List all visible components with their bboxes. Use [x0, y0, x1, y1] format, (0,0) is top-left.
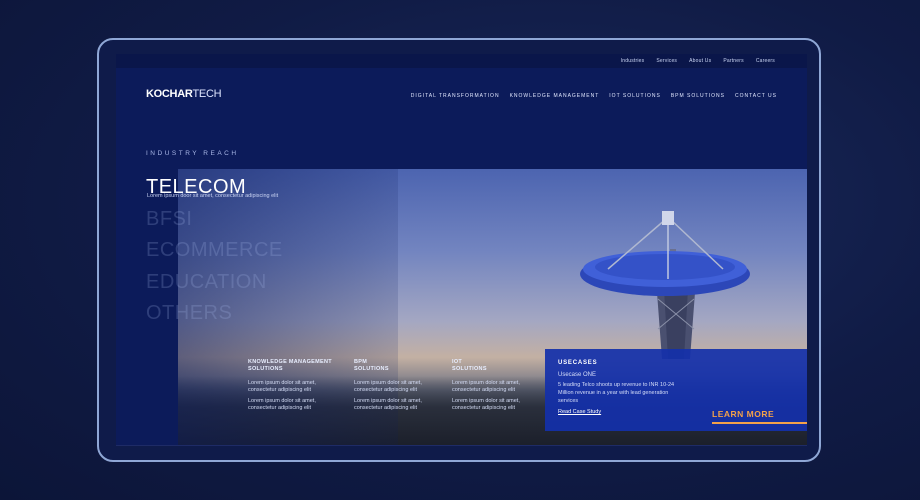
usecase-panel: USECASES Usecase ONE 5 leading Telco sho… [545, 349, 807, 431]
website-screen: Industries Services About Us Partners Ca… [116, 54, 807, 446]
solution-text: Lorem ipsum dolor sit amet, consectetur … [248, 398, 316, 411]
main-nav: DIGITAL TRANSFORMATION KNOWLEDGE MANAGEM… [411, 93, 777, 99]
industry-others[interactable]: OTHERS [146, 298, 283, 330]
solution-title[interactable]: KNOWLEDGE MANAGEMENT SOLUTIONS [248, 359, 338, 373]
industry-bfsi[interactable]: BFSI [146, 204, 283, 236]
topbar-link-services[interactable]: Services [656, 58, 677, 64]
section-label: INDUSTRY REACH [146, 150, 239, 157]
topbar-link-partners[interactable]: Partners [723, 58, 744, 64]
topbar-link-about[interactable]: About Us [689, 58, 711, 64]
solution-title[interactable]: BPM SOLUTIONS [354, 359, 394, 373]
solution-column-iot: IOT SOLUTIONS Lorem ipsum dolor sit amet… [452, 359, 532, 412]
nav-iot-solutions[interactable]: IOT SOLUTIONS [609, 93, 661, 99]
logo-bold: KOCHAR [146, 88, 193, 100]
usecase-subtitle: Usecase ONE [558, 372, 597, 378]
nav-digital-transformation[interactable]: DIGITAL TRANSFORMATION [411, 93, 500, 99]
utility-bar: Industries Services About Us Partners Ca… [116, 54, 807, 68]
solution-column-km: KNOWLEDGE MANAGEMENT SOLUTIONS Lorem ips… [248, 359, 338, 412]
topbar-link-careers[interactable]: Careers [756, 58, 775, 64]
solution-text: Lorem ipsum dolor sit amet, consectetur … [452, 398, 520, 411]
usecase-text: 5 leading Telco shoots up revenue to INR… [558, 382, 675, 404]
logo-light: TECH [192, 88, 222, 100]
read-case-study-link[interactable]: Read Case Study [558, 409, 601, 415]
solution-text: Lorem ipsum dolor sit amet, consectetur … [248, 380, 316, 393]
nav-bpm-solutions[interactable]: BPM SOLUTIONS [671, 93, 725, 99]
solution-text: Lorem ipsum dolor sit amet, consectetur … [354, 398, 422, 411]
topbar-link-industries[interactable]: Industries [621, 58, 645, 64]
bottom-divider [116, 445, 807, 446]
solution-title[interactable]: IOT SOLUTIONS [452, 359, 492, 373]
industry-description: Lorem ipsum door sit amet, consectetur a… [147, 193, 279, 199]
industry-education[interactable]: EDUCATION [146, 267, 283, 299]
learn-more-button[interactable]: LEARN MORE [712, 409, 807, 424]
nav-contact-us[interactable]: CONTACT US [735, 93, 777, 99]
nav-knowledge-management[interactable]: KNOWLEDGE MANAGEMENT [510, 93, 600, 99]
usecase-title: USECASES [558, 360, 598, 366]
solution-text: Lorem ipsum dolor sit amet, consectetur … [452, 380, 520, 393]
satellite-dish-icon [580, 211, 750, 359]
industry-ecommerce[interactable]: ECOMMERCE [146, 235, 283, 267]
site-logo[interactable]: KOCHARTECH [146, 88, 222, 100]
solution-text: Lorem ipsum dolor sit amet, consectetur … [354, 380, 422, 393]
solution-column-bpm: BPM SOLUTIONS Lorem ipsum dolor sit amet… [354, 359, 434, 412]
